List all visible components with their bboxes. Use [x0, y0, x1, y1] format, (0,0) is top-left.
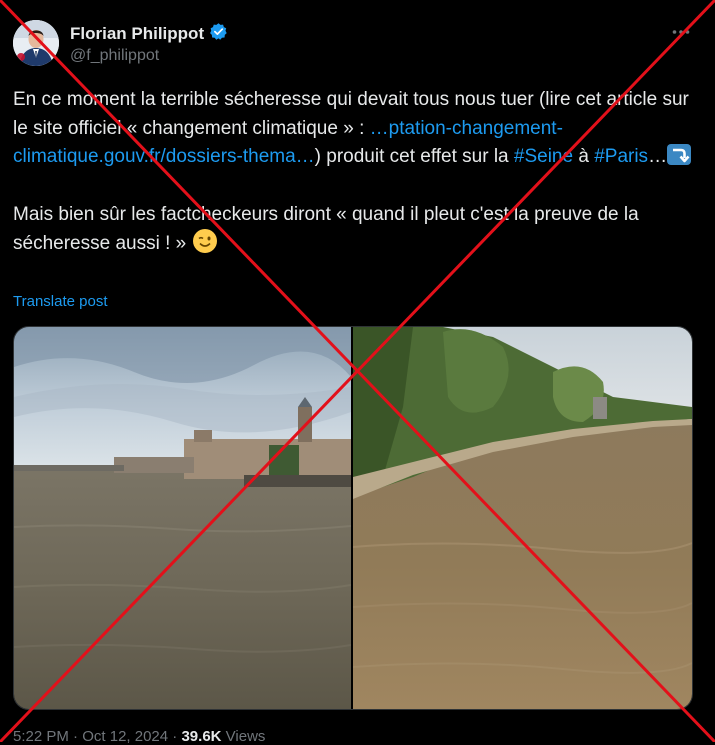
avatar[interactable]	[13, 20, 59, 66]
tweet: Florian Philippot @f_philippot En ce mom…	[0, 0, 715, 745]
tweet-text-segment: Mais bien sûr les factcheckeurs diront «…	[13, 203, 639, 255]
hashtag-paris-link[interactable]: #Paris	[594, 146, 648, 167]
tweet-text-segment: …	[648, 146, 668, 168]
hashtag-seine-link[interactable]: #Seine	[514, 146, 573, 167]
tweet-text-segment: En ce moment la terrible sécheresse qui …	[13, 89, 689, 139]
author-name-row[interactable]: Florian Philippot	[70, 22, 228, 46]
tweet-meta: 5:22 PM · Oct 12, 2024 · 39.6K Views	[13, 728, 265, 745]
author-display-name[interactable]: Florian Philippot	[70, 24, 204, 44]
media-grid	[13, 326, 693, 710]
tweet-time[interactable]: 5:22 PM	[13, 728, 69, 745]
translate-post-link[interactable]: Translate post	[13, 293, 108, 310]
views-count: 39.6K	[181, 728, 222, 745]
arrow-right-hook-down-icon	[667, 144, 692, 166]
more-horizontal-icon[interactable]	[671, 22, 691, 47]
photo-seine-orsay[interactable]	[14, 327, 352, 709]
meta-separator: ·	[68, 728, 83, 745]
tweet-text: En ce moment la terrible sécheresse qui …	[13, 86, 703, 259]
verified-badge-icon	[209, 22, 228, 46]
winking-face-icon	[193, 229, 218, 254]
tweet-date[interactable]: Oct 12, 2024	[82, 728, 168, 745]
views-label: Views	[221, 728, 266, 745]
tweet-paragraph-1: En ce moment la terrible sécheresse qui …	[13, 86, 703, 172]
meta-separator: ·	[168, 728, 182, 745]
tweet-text-segment: à	[573, 146, 595, 168]
photo-seine-quay[interactable]	[352, 327, 692, 709]
author-handle[interactable]: @f_philippot	[70, 47, 159, 65]
tweet-text-segment: ) produit cet effet sur la	[314, 146, 514, 168]
tweet-paragraph-2: Mais bien sûr les factcheckeurs diront «…	[13, 201, 703, 259]
